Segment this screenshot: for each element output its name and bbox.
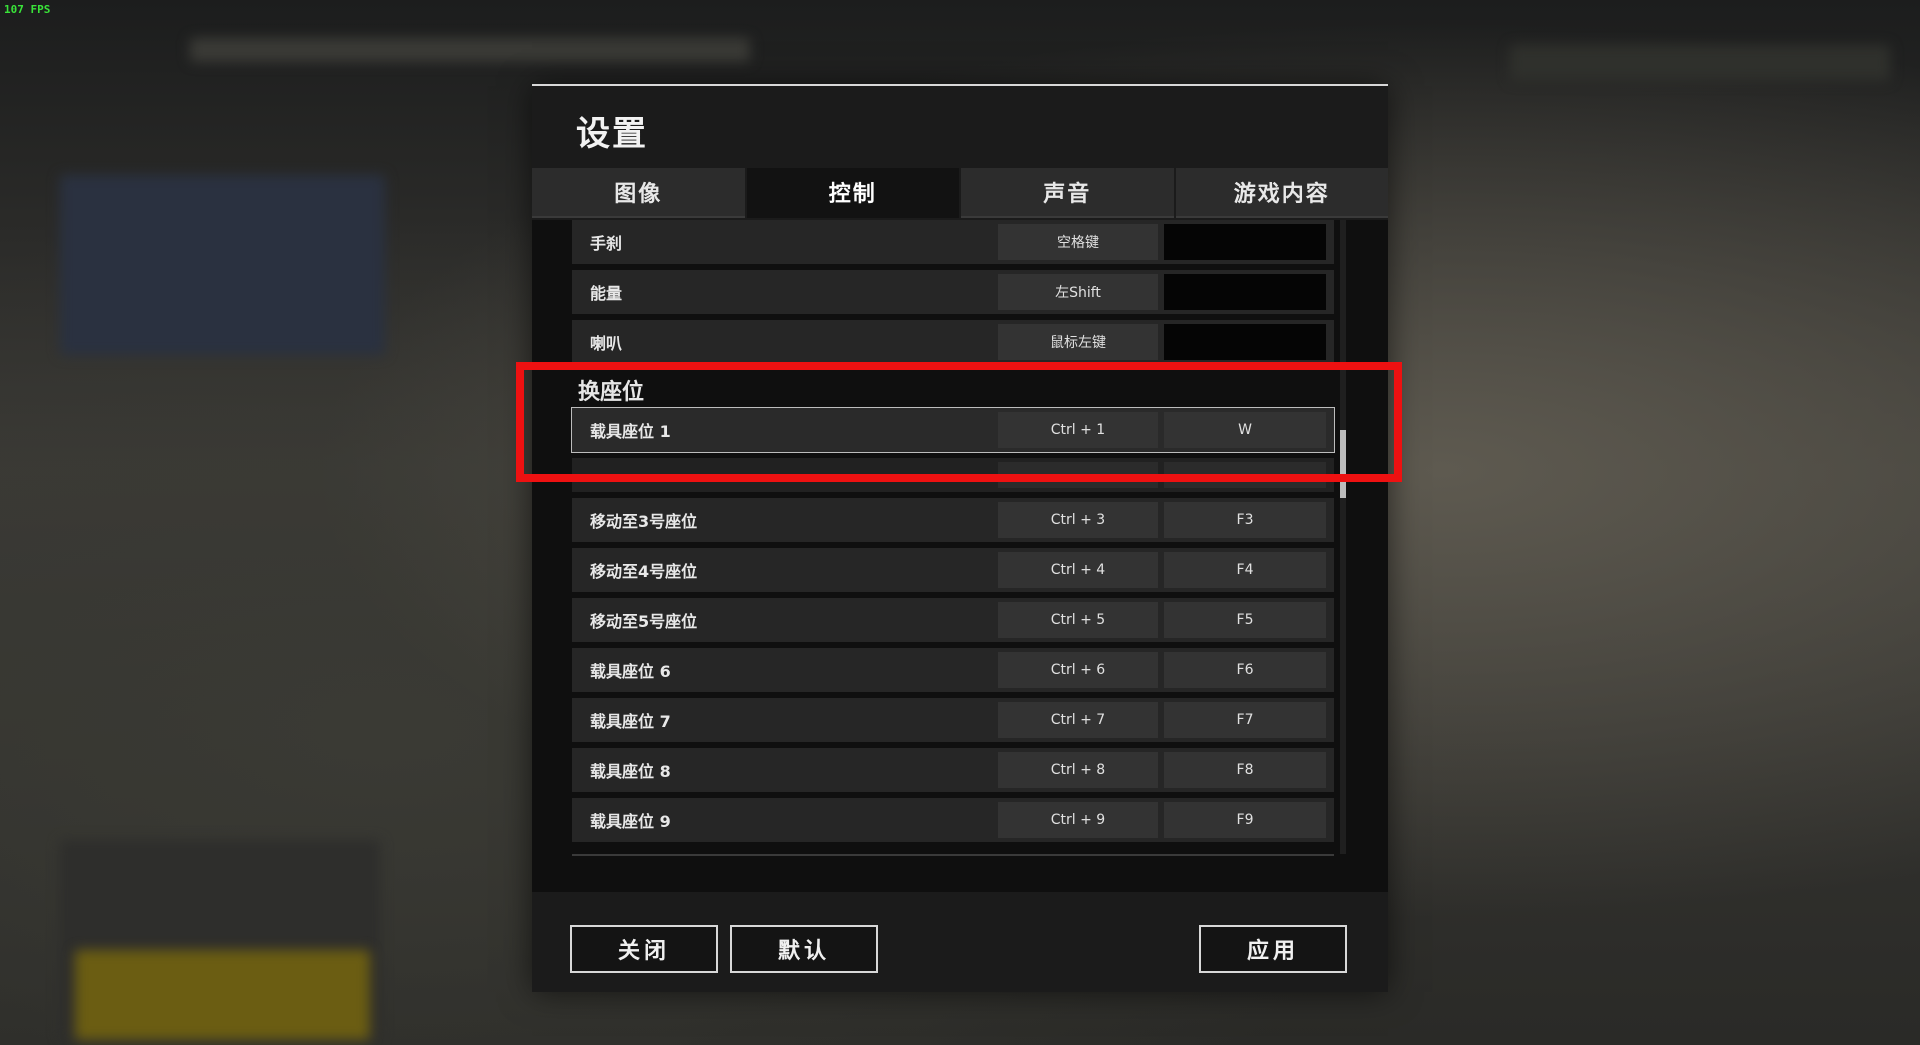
primary-key-slot[interactable]: 左Shift (998, 274, 1158, 310)
keybinding-row-horn[interactable]: 喇叭 鼠标左键 (572, 320, 1334, 364)
row-label: 能量 (590, 284, 623, 303)
tab-graphics[interactable]: 图像 (532, 168, 745, 218)
dialog-title: 设置 (576, 114, 648, 154)
keybinding-row-seat-6[interactable]: 载具座位 6 Ctrl + 6 F6 (572, 648, 1334, 692)
secondary-key-slot[interactable]: F9 (1164, 802, 1326, 838)
dialog-top-border (532, 84, 1388, 86)
primary-key-slot[interactable]: Ctrl + 7 (998, 702, 1158, 738)
background-top-nav (190, 38, 750, 62)
fps-counter: 107 FPS (4, 3, 51, 16)
secondary-key-slot[interactable] (1164, 324, 1326, 360)
secondary-key-slot[interactable]: W (1164, 412, 1326, 448)
game-screen: 107 FPS 设置 图像 控制 声音 游戏内容 手刹 空格键 能量 左Shif… (0, 0, 1920, 1045)
row-label: 移动至5号座位 (590, 612, 698, 631)
row-label: 载具座位 7 (590, 712, 671, 731)
secondary-key-slot[interactable]: F6 (1164, 652, 1326, 688)
keybinding-row-seat-2[interactable] (572, 458, 1334, 492)
keybinding-list: 手刹 空格键 能量 左Shift 喇叭 鼠标左键 换座位 载具座位 1 Ctrl… (571, 220, 1335, 848)
keybinding-row-handbrake[interactable]: 手刹 空格键 (572, 220, 1334, 264)
primary-key-slot[interactable]: Ctrl + 1 (998, 412, 1158, 448)
keybinding-row-seat-4[interactable]: 移动至4号座位 Ctrl + 4 F4 (572, 548, 1334, 592)
primary-key-slot[interactable]: Ctrl + 8 (998, 752, 1158, 788)
apply-button[interactable]: 应用 (1199, 925, 1347, 973)
scrollbar-thumb[interactable] (1340, 430, 1346, 498)
secondary-key-slot[interactable]: F7 (1164, 702, 1326, 738)
secondary-key-slot[interactable] (1164, 224, 1326, 260)
dialog-footer: 关闭 默认 应用 (532, 892, 1388, 992)
tab-sound[interactable]: 声音 (961, 168, 1174, 218)
settings-tabs: 图像 控制 声音 游戏内容 (532, 168, 1388, 218)
row-label: 载具座位 1 (590, 422, 671, 441)
secondary-key-slot[interactable]: F4 (1164, 552, 1326, 588)
keybinding-row-seat-5[interactable]: 移动至5号座位 Ctrl + 5 F5 (572, 598, 1334, 642)
row-label: 喇叭 (590, 334, 623, 353)
row-label: 手刹 (590, 234, 623, 253)
section-title-change-seat: 换座位 (578, 380, 645, 405)
close-button[interactable]: 关闭 (570, 925, 718, 973)
primary-key-slot[interactable]: Ctrl + 5 (998, 602, 1158, 638)
primary-key-slot[interactable]: Ctrl + 6 (998, 652, 1158, 688)
keybinding-row-seat-7[interactable]: 载具座位 7 Ctrl + 7 F7 (572, 698, 1334, 742)
background-panel-top-left (60, 175, 385, 355)
secondary-key-slot[interactable]: F3 (1164, 502, 1326, 538)
primary-key-slot[interactable]: 鼠标左键 (998, 324, 1158, 360)
primary-key-slot[interactable] (998, 462, 1158, 488)
keybinding-row-seat-8[interactable]: 载具座位 8 Ctrl + 8 F8 (572, 748, 1334, 792)
scrollbar-track[interactable] (1340, 220, 1346, 854)
row-label: 载具座位 9 (590, 812, 671, 831)
list-bottom-divider (572, 854, 1334, 856)
default-button[interactable]: 默认 (730, 925, 878, 973)
row-label: 移动至3号座位 (590, 512, 698, 531)
settings-dialog: 设置 图像 控制 声音 游戏内容 手刹 空格键 能量 左Shift 喇叭 鼠标左… (532, 84, 1388, 992)
primary-key-slot[interactable]: Ctrl + 9 (998, 802, 1158, 838)
row-label: 载具座位 6 (590, 662, 671, 681)
keybinding-row-seat-1[interactable]: 载具座位 1 Ctrl + 1 W (571, 407, 1335, 453)
primary-key-slot[interactable]: Ctrl + 4 (998, 552, 1158, 588)
secondary-key-slot[interactable]: F8 (1164, 752, 1326, 788)
keybinding-row-seat-9[interactable]: 载具座位 9 Ctrl + 9 F9 (572, 798, 1334, 842)
secondary-key-slot[interactable] (1164, 462, 1326, 488)
secondary-key-slot[interactable] (1164, 274, 1326, 310)
background-top-right-icons (1510, 45, 1890, 81)
keybinding-list-area: 手刹 空格键 能量 左Shift 喇叭 鼠标左键 换座位 载具座位 1 Ctrl… (532, 220, 1388, 892)
primary-key-slot[interactable]: 空格键 (998, 224, 1158, 260)
tab-controls[interactable]: 控制 (746, 168, 959, 218)
row-label: 载具座位 8 (590, 762, 671, 781)
row-label: 移动至4号座位 (590, 562, 698, 581)
tab-gameplay[interactable]: 游戏内容 (1175, 168, 1388, 218)
keybinding-row-boost[interactable]: 能量 左Shift (572, 270, 1334, 314)
background-start-button (75, 950, 370, 1040)
secondary-key-slot[interactable]: F5 (1164, 602, 1326, 638)
keybinding-row-seat-3[interactable]: 移动至3号座位 Ctrl + 3 F3 (572, 498, 1334, 542)
primary-key-slot[interactable]: Ctrl + 3 (998, 502, 1158, 538)
